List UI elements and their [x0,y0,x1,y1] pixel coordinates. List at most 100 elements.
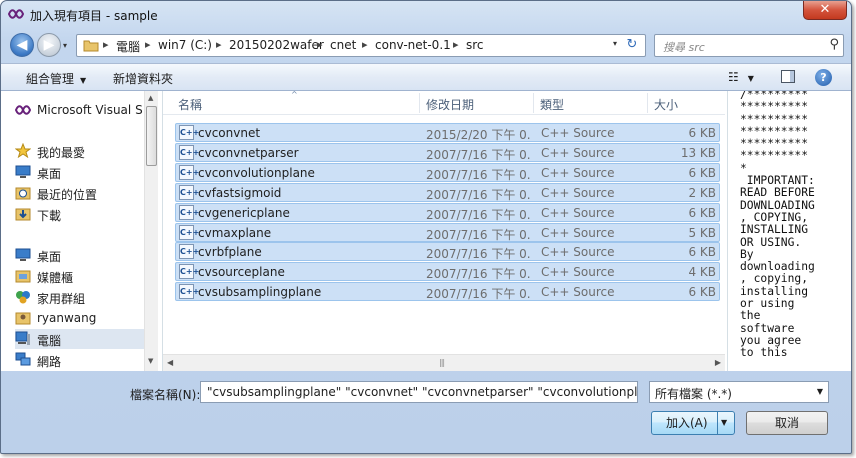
sidebar-item-computer[interactable]: 電腦 [15,329,145,349]
horizontal-scrollbar[interactable]: ◀ ||| ▶ [163,354,725,371]
address-bar[interactable]: ▸ 電腦 ▸ win7 (C:) ▸ 20150202wafer ▸ cnet … [76,34,646,57]
file-name: cvmaxplane [198,225,272,240]
file-list: ^ 名稱 修改日期 類型 大小 C++ cvconvnet 2015/2/20 下午… [162,90,725,371]
window-title: 加入現有項目 - sample [30,9,158,23]
column-divider[interactable] [419,93,420,113]
column-header-size[interactable]: 大小 [654,96,678,113]
sidebar-item-favorites[interactable]: 我的最愛 [15,141,145,161]
cpp-file-icon: C++ [179,125,199,140]
file-name: cvconvnet [198,126,261,140]
column-header-name[interactable]: 名稱 [178,96,202,113]
file-type: C++ Source [541,265,615,280]
file-size: 6 KB [688,285,716,300]
file-type-select[interactable]: 所有檔案 (*.*) ▼ [649,381,829,403]
column-header-date[interactable]: 修改日期 [426,96,474,113]
file-type: C++ Source [541,145,615,160]
breadcrumb-separator[interactable]: ▸ [317,38,323,51]
breadcrumb-separator[interactable]: ▸ [145,38,151,51]
breadcrumb-drive[interactable]: win7 (C:) [158,38,212,52]
recent-pages-dropdown[interactable]: ▾ [63,41,73,51]
file-type: C++ Source [541,165,615,180]
navigation-pane-scrollbar[interactable]: ▲ ▼ [144,91,158,371]
breadcrumb-folder-cnet[interactable]: cnet [330,38,356,52]
sidebar-item-recent-places[interactable]: 最近的位置 [15,183,145,203]
file-row[interactable]: C++ cvrbfplane 2007/7/16 下午 0... C++ Source… [175,242,720,262]
sort-ascending-icon: ^ [291,90,298,99]
file-size: 6 KB [688,165,716,180]
source-preview-text: /********* ********** ********** *******… [740,91,815,360]
file-type-value: 所有檔案 (*.*) [655,387,732,401]
file-row[interactable]: C++ cvmaxplane 2007/7/16 下午 0... C++ Source… [175,222,720,242]
change-view-button[interactable]: ☷ ▼ [728,70,754,84]
help-icon[interactable]: ? [815,69,832,86]
scrollbar-thumb[interactable] [146,106,157,166]
breadcrumb-folder-conv-net[interactable]: conv-net-0.1 [375,38,451,52]
breadcrumb-separator[interactable]: ▸ [362,38,368,51]
column-divider[interactable] [533,93,534,113]
breadcrumb-separator[interactable]: ▸ [103,38,109,51]
file-date: 2007/7/16 下午 0... [426,247,530,262]
column-divider[interactable] [647,93,648,113]
browser-content: Microsoft Visual S 我的最愛 桌面 最近的位置 下載 桌面 媒… [1,90,851,371]
file-row[interactable]: C++ cvsourceplane 2007/7/16 下午 0... C++ Sou… [175,262,720,282]
sidebar-item-network[interactable]: 網路 [15,350,145,370]
sidebar-item-homegroup[interactable]: 家用群組 [15,287,145,307]
breadcrumb-separator[interactable]: ▸ [453,38,459,51]
breadcrumb-separator[interactable]: ▸ [216,38,222,51]
cpp-file-icon: C++ [179,164,199,180]
sidebar-item-desktop[interactable]: 桌面 [15,162,145,182]
breadcrumb-folder-20150202wafer[interactable]: 20150202wafer [229,38,324,52]
command-toolbar: 組合管理 ▼ 新增資料夾 ☷ ▼ ? [1,63,851,91]
scroll-right-icon[interactable]: ▶ [715,358,721,367]
address-history-dropdown[interactable]: ▾ [613,39,617,48]
file-size: 6 KB [688,245,716,260]
file-name: cvgenericplane [198,205,290,220]
file-list-header: ^ 名稱 修改日期 類型 大小 [163,90,725,115]
cancel-button[interactable]: 取消 [746,411,828,435]
file-row[interactable]: C++ cvsubsamplingplane 2007/7/16 下午 0... C+… [175,282,720,302]
preview-pane: /********* ********** ********** *******… [727,91,851,371]
organize-label: 組合管理 [26,72,75,86]
back-button[interactable]: ◀ [10,33,34,57]
add-options-dropdown-icon[interactable]: ▼ [721,418,727,427]
file-date: 2007/7/16 下午 0... [426,187,530,202]
new-folder-button[interactable]: 新增資料夾 [113,70,173,87]
file-row[interactable]: C++ cvconvnetparser 2007/7/16 下午 0... C++ S… [175,142,720,162]
file-type: C++ Source [541,126,615,140]
refresh-icon[interactable]: ↻ [623,37,641,54]
organize-menu-button[interactable]: 組合管理 ▼ [26,70,86,87]
scroll-down-icon[interactable]: ▼ [148,357,153,365]
breadcrumb-folder-src[interactable]: src [466,38,484,52]
scroll-left-icon[interactable]: ◀ [167,358,173,367]
column-header-type[interactable]: 類型 [540,96,564,113]
search-icon[interactable]: ⚲ [829,37,839,52]
forward-arrow-icon: ▶ [43,37,55,53]
forward-button[interactable]: ▶ [37,33,61,57]
file-row[interactable]: C++ cvconvnet 2015/2/20 下午 0... C++ Source 6… [175,123,720,142]
file-size: 6 KB [688,126,716,140]
file-type: C++ Source [541,245,615,260]
sidebar-item-user[interactable]: ryanwang [15,308,145,328]
scrollbar-grip[interactable]: ||| [439,358,445,367]
sidebar-item-label: 桌面 [37,250,62,264]
breadcrumb-computer[interactable]: 電腦 [116,38,140,55]
search-box[interactable]: 搜尋 src ⚲ [654,34,844,57]
file-row[interactable]: C++ cvfastsigmoid 2007/7/16 下午 0... C++ Sou… [175,182,720,202]
sidebar-item-desktop-root[interactable]: 桌面 [15,245,145,265]
close-button[interactable]: ✕ [803,1,847,20]
sidebar-item-libraries[interactable]: 媒體櫃 [15,266,145,286]
desktop-icon [15,248,31,261]
file-row[interactable]: C++ cvgenericplane 2007/7/16 下午 0... C++ So… [175,202,720,222]
sidebar-item-downloads[interactable]: 下載 [15,204,145,224]
scroll-up-icon[interactable]: ▲ [148,94,153,102]
filename-input[interactable]: "cvsubsamplingplane" "cvconvnet" "cvconv… [200,381,638,403]
file-date: 2007/7/16 下午 0... [426,207,530,222]
sidebar-item-label: 下載 [37,209,62,223]
file-row[interactable]: C++ cvconvolutionplane 2007/7/16 下午 0... C+… [175,162,720,182]
filename-label: 檔案名稱(N): [130,388,201,402]
add-button-label: 加入(A) [666,416,708,430]
preview-pane-toggle-icon[interactable] [781,70,795,83]
sidebar-item-visual-studio[interactable]: Microsoft Visual S [15,100,145,120]
search-placeholder: 搜尋 src [663,41,705,54]
navigation-bar: ◀ ▶ ▾ ▸ 電腦 ▸ win7 (C:) ▸ 20150202wafer ▸… [1,29,851,63]
